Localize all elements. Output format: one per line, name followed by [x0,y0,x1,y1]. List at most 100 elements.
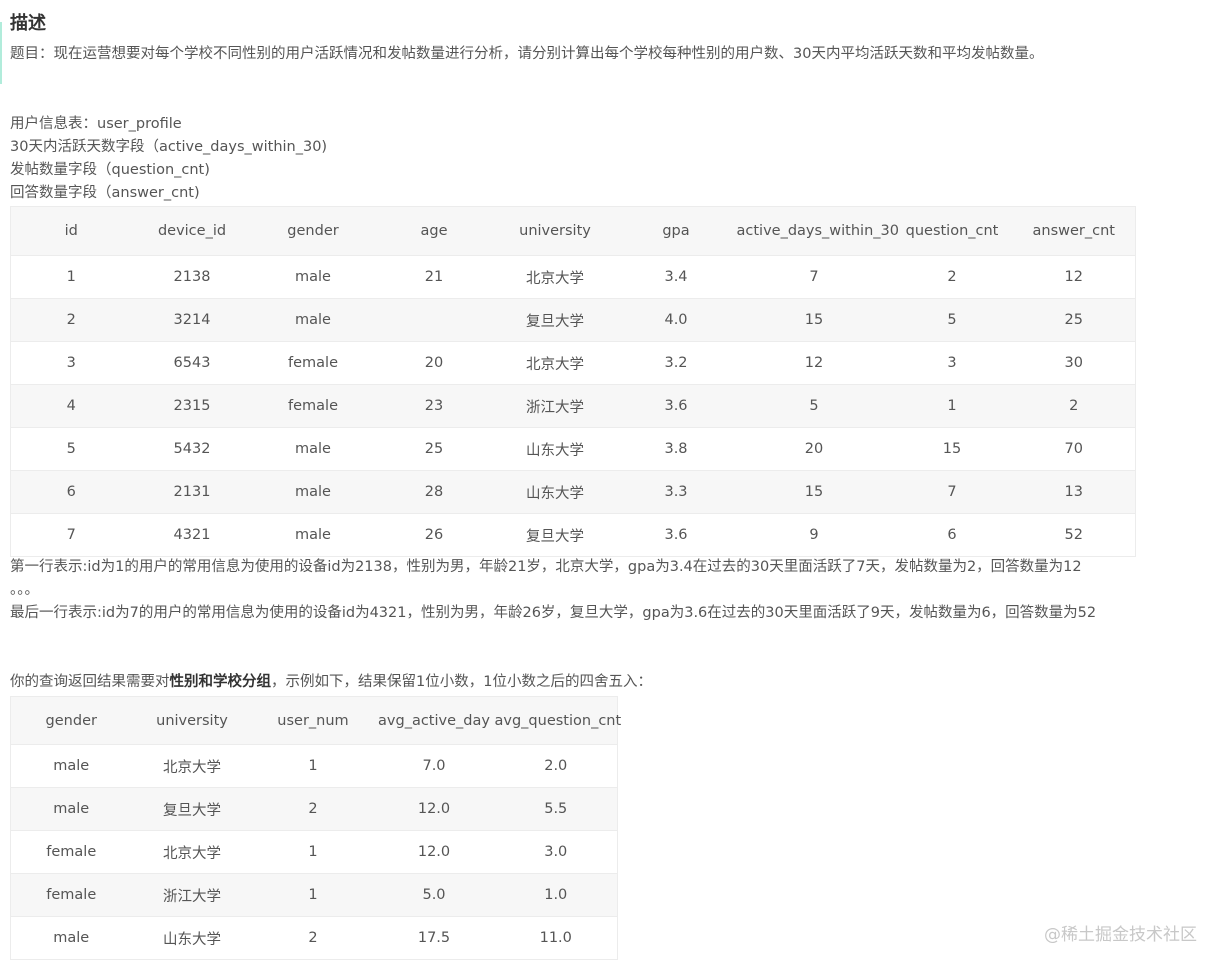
result-description-suffix: ，示例如下，结果保留1位小数，1位小数之后的四舍五入： [271,674,652,690]
table-cell: female [10,873,132,917]
table-cell: 5.5 [494,787,618,831]
table-cell: 5 [66,441,76,457]
table-row: male 山东大学 2 17.5 11.0 [10,917,618,960]
page-title: 描述 [10,13,46,34]
table-cell: 15 [736,298,892,342]
table-cell: 15 [942,441,962,457]
table-cell: 3.2 [664,355,688,371]
table-cell: 2 [252,787,374,831]
table-info-active-days-field: 30天内活跃天数字段（active_days_within_30) [10,139,328,155]
column-header-id: id [10,206,132,256]
table-cell: male [252,470,374,514]
table-cell: 3.6 [615,384,737,428]
table-cell: 1 [891,384,1013,428]
table-cell: 6 [947,527,957,543]
table-cell: 3.8 [664,441,688,457]
table-cell: 2 [10,298,132,342]
table-cell: 1 [252,873,374,917]
last-row-explanation: 最后一行表示:id为7的用户的常用信息为使用的设备id为4321，性别为男，年龄… [10,605,1097,621]
table-cell: 70 [1064,441,1083,457]
table-info-answer-cnt-field: 回答数量字段（answer_cnt) [10,185,200,201]
table-cell: 4.0 [615,298,737,342]
table-cell: 2315 [131,384,253,428]
watermark: @稀土掘金技术社区 [1044,925,1197,945]
first-row-explanation: 第一行表示:id为1的用户的常用信息为使用的设备id为2138，性别为男，年龄2… [10,559,1082,575]
table-cell: 2 [308,930,318,946]
column-header-gender: gender [252,206,374,256]
table-cell: 12.0 [417,844,451,860]
user-profile-table: id device_id gender age university gpa a… [10,206,1136,557]
table-cell: male [295,441,331,457]
column-header-avg-active-day: avg_active_day [373,696,495,745]
table-cell: 山东大学 [526,442,584,459]
table-cell: female [46,844,97,860]
table-cell: 26 [424,527,444,543]
table-cell: male [295,269,331,285]
table-cell: 复旦大学 [131,787,253,831]
table-cell: 1 [66,269,76,285]
table-cell: 3.4 [664,269,688,285]
table-cell: 3.3 [615,470,737,514]
table-cell: 5 [891,298,1013,342]
table-cell: 7 [66,527,76,543]
table-info-table-name: 用户信息表：user_profile [10,116,182,132]
table-row: 5 5432 male 25 山东大学 3.8 20 15 70 [10,428,1136,471]
table-cell: 7 [891,470,1013,514]
table-cell: 23 [373,384,495,428]
column-header-active-days: active_days_within_30 [736,206,899,256]
table-cell: 7.0 [422,758,446,774]
table-cell: 1.0 [494,873,618,917]
table-cell: 2138 [173,269,211,285]
table-cell: 15 [736,470,892,514]
question-text: 题目：现在运营想要对每个学校不同性别的用户活跃情况和发帖数量进行分析，请分别计算… [10,46,1044,62]
result-example-table: gender university user_num avg_active_da… [10,696,621,960]
table-cell: 浙江大学 [494,384,616,428]
table-cell: female [288,355,338,371]
table-cell: 25 [1012,298,1136,342]
table-cell: 12.0 [373,787,495,831]
table-cell: 山东大学 [494,470,616,514]
column-header-gender: gender [10,696,132,745]
table-cell: 21 [424,269,444,285]
table-cell: female [252,384,374,428]
table-row: 2 3214 male 复旦大学 4.0 15 5 25 [10,298,1136,342]
table-cell [373,298,495,342]
result-description-emphasis: 性别和学校分组 [169,674,272,690]
column-header-user-num: user_num [252,696,374,745]
table-cell: male [295,527,331,543]
column-header-university: university [494,206,616,256]
column-header-university: university [131,696,253,745]
table-cell: 17.5 [417,930,451,946]
table-row: female 浙江大学 1 5.0 1.0 [10,873,618,917]
column-header-age: age [373,206,495,256]
table-row: male 复旦大学 2 12.0 5.5 [10,787,618,831]
table-row: 4 2315 female 23 浙江大学 3.6 5 1 2 [10,384,1136,428]
table-cell: 1 [308,844,318,860]
table-cell: 复旦大学 [526,528,584,545]
ellipsis-text: 。。。 [10,582,39,598]
result-description-prefix: 你的查询返回结果需要对 [10,674,170,690]
table-cell: 4 [10,384,132,428]
table-cell: 25 [424,441,444,457]
table-cell: 北京大学 [163,759,221,776]
table-cell: 浙江大学 [131,873,253,917]
table-cell: 7 [809,269,819,285]
table-cell: 4321 [173,527,211,543]
table-cell: 13 [1012,470,1136,514]
table-cell: 6 [10,470,132,514]
table-header-row: id device_id gender age university gpa a… [10,206,1136,256]
table-cell: 复旦大学 [494,298,616,342]
column-header-gpa: gpa [615,206,737,256]
table-cell: male [53,930,90,946]
table-cell: 2.0 [544,758,568,774]
column-header-question-cnt: question_cnt [891,206,1013,256]
table-cell: 3 [66,355,76,371]
table-cell: 28 [373,470,495,514]
table-cell: 11.0 [539,930,572,946]
table-cell: 3214 [131,298,253,342]
table-cell: 12 [1064,269,1083,285]
table-cell: 3.0 [544,844,568,860]
table-cell: 9 [809,527,819,543]
table-cell: 5 [736,384,892,428]
column-header-avg-question-cnt: avg_question_cnt [494,696,621,745]
